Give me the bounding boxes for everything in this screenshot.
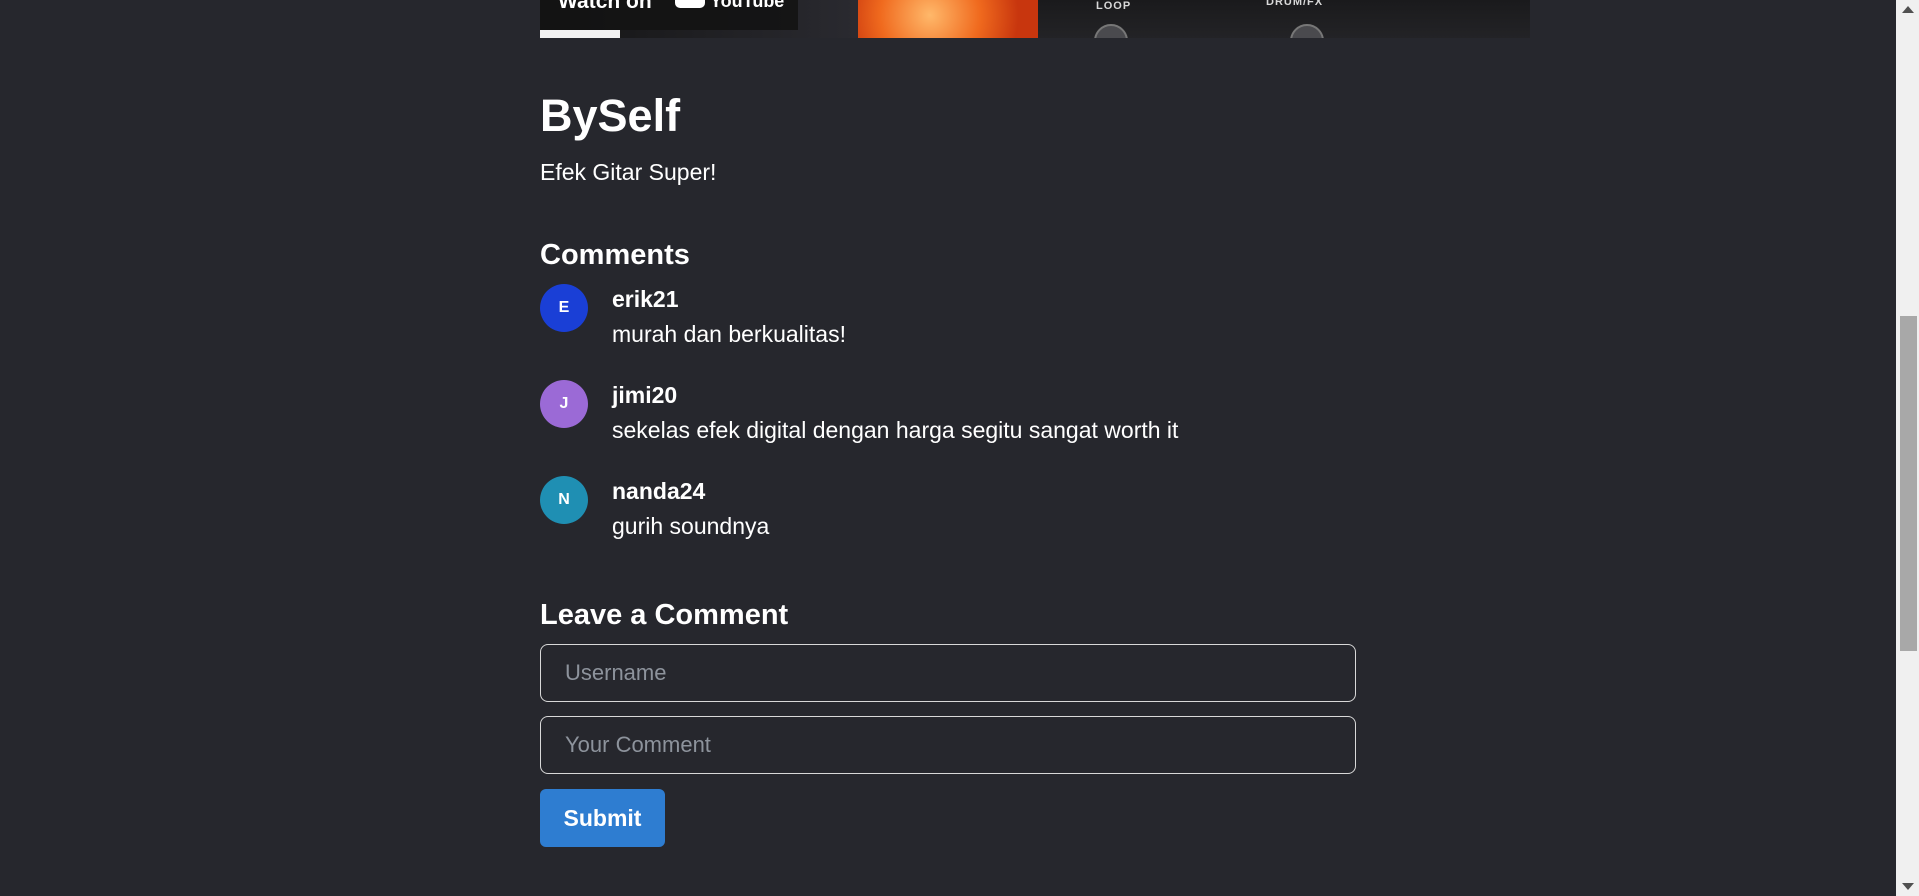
watch-on-youtube-button[interactable]: Watch on YouTube: [540, 0, 798, 30]
comment-text: sekelas efek digital dengan harga segitu…: [612, 417, 1179, 443]
product-title: BySelf: [540, 90, 681, 141]
pedal-knob: [1290, 24, 1324, 38]
youtube-logo-icon: [675, 0, 705, 8]
comment-item: N nanda24 gurih soundnya: [540, 476, 1440, 556]
comment-input[interactable]: [540, 716, 1356, 774]
video-thumbnail-strip: [540, 30, 620, 38]
watch-on-label: Watch on: [558, 0, 652, 13]
comment-text: gurih soundnya: [612, 513, 770, 539]
comment-item: E erik21 murah dan berkualitas!: [540, 284, 1440, 364]
comment-username: erik21: [612, 286, 679, 312]
comment-text: murah dan berkualitas!: [612, 321, 846, 347]
product-description: Efek Gitar Super!: [540, 159, 717, 185]
youtube-video-embed[interactable]: LOOP DRUM/FX Watch on YouTube: [540, 0, 1530, 38]
comment-username: nanda24: [612, 478, 706, 504]
video-frame-pedal: LOOP DRUM/FX: [1038, 0, 1530, 38]
pedal-label-drum: DRUM/FX: [1266, 0, 1324, 8]
avatar: N: [540, 476, 588, 524]
comments-heading: Comments: [540, 239, 690, 271]
vertical-scrollbar[interactable]: [1896, 0, 1919, 896]
youtube-label: YouTube: [710, 0, 785, 11]
scroll-up-arrow-icon[interactable]: [1902, 6, 1914, 13]
pedal-label-loop: LOOP: [1096, 0, 1132, 12]
leave-comment-heading: Leave a Comment: [540, 599, 789, 631]
video-frame-flame: [858, 0, 1038, 38]
comment-item: J jimi20 sekelas efek digital dengan har…: [540, 380, 1440, 460]
comment-username: jimi20: [612, 382, 678, 408]
scrollbar-thumb[interactable]: [1900, 316, 1917, 651]
avatar: J: [540, 380, 588, 428]
avatar: E: [540, 284, 588, 332]
pedal-knob: [1094, 24, 1128, 38]
scroll-down-arrow-icon[interactable]: [1902, 883, 1914, 890]
username-input[interactable]: [540, 644, 1356, 702]
submit-button[interactable]: Submit: [540, 789, 665, 847]
